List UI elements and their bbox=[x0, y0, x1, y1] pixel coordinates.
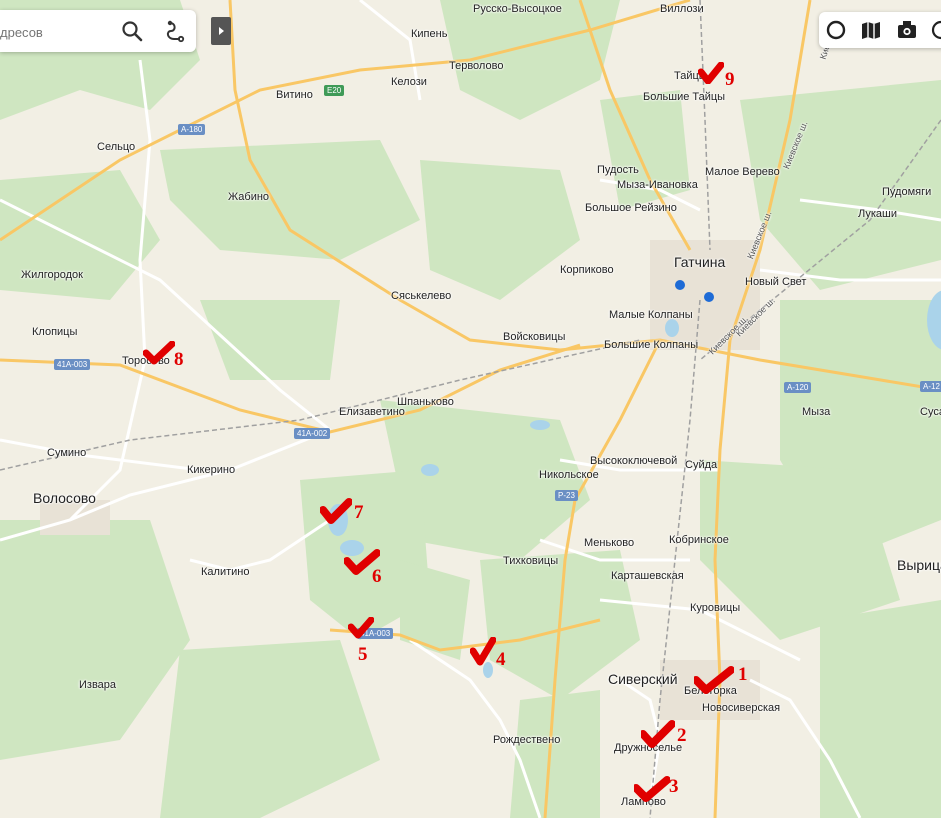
road-shield: E20 bbox=[324, 85, 345, 96]
place-label: Кикерино bbox=[187, 464, 236, 476]
place-label: Высокоключевой bbox=[590, 455, 678, 467]
search-bar bbox=[0, 10, 196, 52]
checkmark-icon bbox=[348, 617, 374, 639]
place-label: Кипень bbox=[411, 28, 448, 40]
place-label: Рождествено bbox=[493, 734, 561, 746]
road-shield: А-180 bbox=[178, 124, 206, 135]
marker-number: 9 bbox=[725, 69, 735, 90]
place-label: Новый Свет bbox=[745, 276, 807, 288]
place-label: Вырица bbox=[897, 557, 941, 573]
place-label: Русско-Высоцкое bbox=[473, 3, 562, 15]
place-label: Мыза-Ивановка bbox=[617, 179, 698, 191]
place-label: Сяськелево bbox=[391, 290, 452, 302]
traffic-icon[interactable] bbox=[824, 18, 848, 42]
place-label: Гатчина bbox=[674, 254, 726, 270]
place-label: Суса bbox=[920, 406, 941, 418]
search-icon[interactable] bbox=[120, 19, 144, 43]
place-label: Малое Верево bbox=[705, 166, 780, 178]
panorama-icon[interactable] bbox=[895, 18, 919, 42]
place-label: Калитино bbox=[201, 566, 250, 578]
place-label: Большие Тайцы bbox=[643, 91, 726, 103]
marker-number: 1 bbox=[738, 664, 748, 685]
marker-number: 5 bbox=[358, 644, 368, 665]
place-label: Жабино bbox=[228, 191, 270, 203]
place-label: Келози bbox=[391, 76, 427, 88]
layers-icon[interactable] bbox=[859, 18, 883, 42]
place-label: Кобринское bbox=[669, 534, 729, 546]
place-label: Витино bbox=[276, 89, 313, 101]
place-label: Пудомяги bbox=[882, 186, 932, 198]
place-label: Елизаветино bbox=[339, 406, 405, 418]
place-label: Клопицы bbox=[32, 326, 78, 338]
marker-number: 8 bbox=[174, 349, 184, 370]
place-label: Сельцо bbox=[97, 141, 136, 153]
marker-number: 2 bbox=[677, 725, 687, 746]
checkmark-icon bbox=[470, 637, 496, 666]
place-label: Лукаши bbox=[858, 208, 897, 220]
road-shield: 41А-002 bbox=[294, 428, 331, 439]
place-label: Малые Колпаны bbox=[609, 309, 693, 321]
place-label: Терволово bbox=[449, 60, 504, 72]
marker-number: 6 bbox=[372, 566, 382, 587]
checkmark-icon bbox=[698, 62, 724, 84]
place-label: Шпаньково bbox=[397, 396, 454, 408]
map-toolbar bbox=[819, 12, 941, 48]
checkmark-icon bbox=[634, 776, 670, 802]
place-label: Жилгородок bbox=[21, 269, 83, 281]
checkmark-icon bbox=[641, 720, 675, 748]
place-label: Никольское bbox=[539, 469, 599, 481]
road-shield: А-120 bbox=[784, 382, 812, 393]
place-label: Сиверский bbox=[608, 671, 678, 687]
place-label: Большие Колпаны bbox=[604, 339, 699, 351]
route-icon[interactable] bbox=[163, 19, 187, 43]
road-shield: 41А-003 bbox=[54, 359, 91, 370]
place-label: Извара bbox=[79, 679, 117, 691]
search-input[interactable] bbox=[0, 23, 110, 41]
place-label: Мыза bbox=[802, 406, 831, 418]
checkmark-icon bbox=[143, 341, 175, 365]
place-label: Меньково bbox=[584, 537, 635, 549]
marker-number: 3 bbox=[669, 776, 679, 797]
more-icon[interactable] bbox=[929, 18, 941, 42]
place-label: Виллози bbox=[660, 3, 704, 15]
marker-number: 4 bbox=[496, 649, 506, 670]
play-icon bbox=[219, 27, 224, 35]
place-label: Тихковицы bbox=[503, 555, 559, 567]
place-label: Карташевская bbox=[611, 570, 684, 582]
place-label: Новосиверская bbox=[702, 702, 781, 714]
road-shield: Р-23 bbox=[555, 490, 578, 501]
place-label: Пудость bbox=[597, 164, 639, 176]
place-label: Сумино bbox=[47, 447, 87, 459]
checkmark-icon bbox=[320, 498, 352, 524]
marker-number: 7 bbox=[354, 502, 364, 523]
place-label: Суйда bbox=[685, 459, 718, 471]
place-label: Волосово bbox=[33, 490, 96, 506]
place-label: Войсковицы bbox=[503, 331, 566, 343]
road-shield: А-12 bbox=[920, 381, 941, 392]
place-label: Корпиково bbox=[560, 264, 614, 276]
collapse-panel-button[interactable] bbox=[211, 17, 231, 45]
place-label: Куровицы bbox=[690, 602, 741, 614]
checkmark-icon bbox=[694, 666, 734, 694]
place-label: Большое Рейзино bbox=[585, 202, 677, 214]
